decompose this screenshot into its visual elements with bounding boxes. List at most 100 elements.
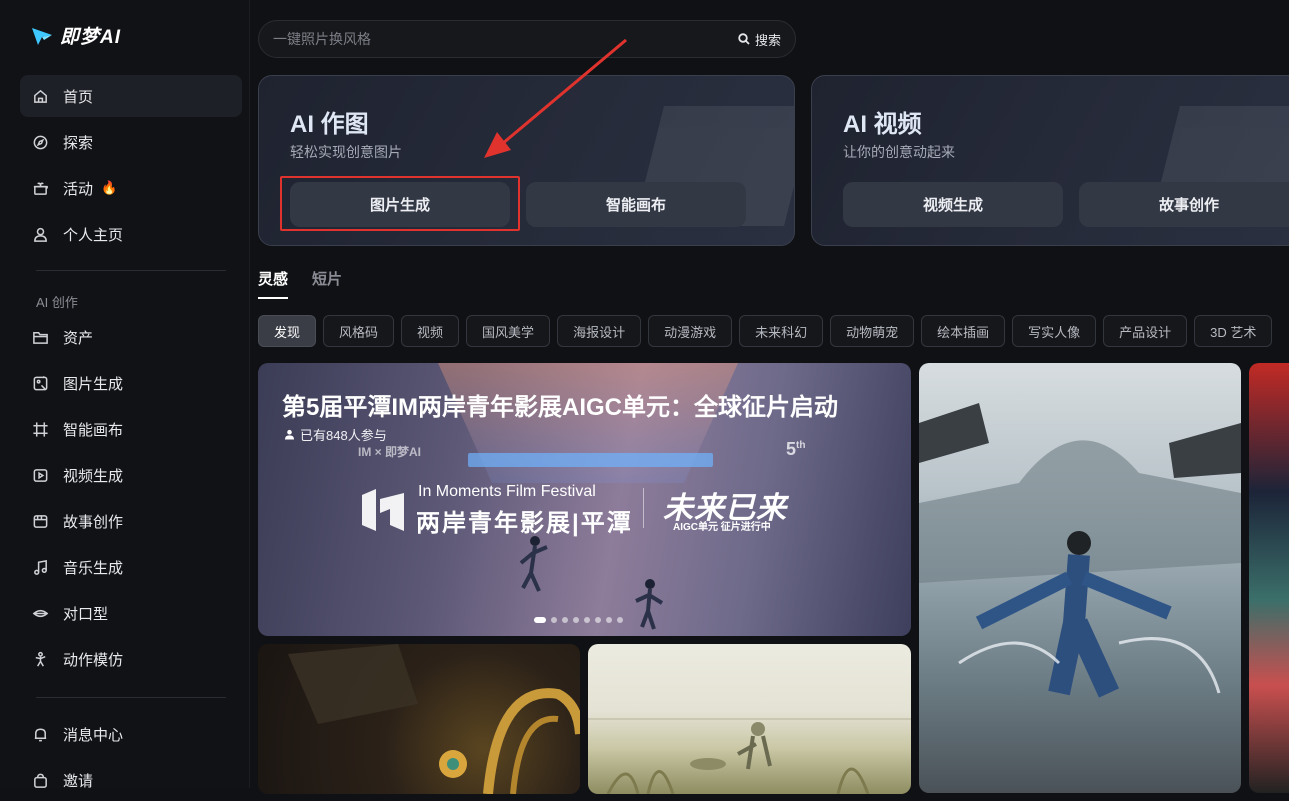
- search-icon: [738, 33, 750, 45]
- chip-portrait[interactable]: 写实人像: [1012, 315, 1097, 347]
- ai-image-card: AI 作图 轻松实现创意图片 图片生成 智能画布: [258, 75, 795, 246]
- banner-participants: 已有848人参与: [284, 425, 387, 444]
- card-title: AI 作图: [290, 111, 369, 138]
- sidebar-item-lip-sync[interactable]: 对口型: [20, 592, 242, 634]
- banner-aigc-line: AIGC单元 征片进行中: [673, 522, 771, 533]
- image-generate-button[interactable]: 图片生成: [290, 182, 510, 227]
- gallery-tile[interactable]: [919, 363, 1241, 793]
- carousel-dot[interactable]: [562, 617, 568, 623]
- home-icon: [34, 89, 47, 103]
- sidebar-item-home[interactable]: 首页: [20, 75, 242, 117]
- promo-banner[interactable]: 第5届平潭IM两岸青年影展AIGC单元：全球征片启动 已有848人参与 IM ×…: [258, 363, 911, 636]
- search-button[interactable]: 搜索: [738, 30, 781, 49]
- search-input[interactable]: [273, 31, 738, 47]
- sidebar-item-explore[interactable]: 探索: [20, 121, 242, 163]
- sidebar-item-video-gen[interactable]: 视频生成: [20, 454, 242, 496]
- bell-icon: [34, 728, 47, 741]
- banner-light-bar: [468, 453, 713, 467]
- floating-figure-2: [635, 579, 664, 630]
- festival-logo-icon: [362, 489, 404, 531]
- sidebar: 即梦AI 首页 探索 活动 🔥 个人主页 AI 创作 资产 图片生成 智能画布 …: [0, 0, 250, 790]
- chip-discover[interactable]: 发现: [258, 315, 317, 347]
- chip-3d-art[interactable]: 3D 艺术: [1194, 315, 1273, 347]
- sidebar-item-label: 视频生成: [63, 467, 124, 485]
- chip-pets[interactable]: 动物萌宠: [830, 315, 915, 347]
- chip-poster-design[interactable]: 海报设计: [557, 315, 642, 347]
- video-generate-button[interactable]: 视频生成: [843, 182, 1063, 227]
- video-gen-icon: [33, 468, 48, 482]
- ai-video-card: AI 视频 让你的创意动起来 视频生成 故事创作: [811, 75, 1289, 246]
- gallery-tile[interactable]: [588, 644, 911, 794]
- chip-sci-fi[interactable]: 未来科幻: [739, 315, 824, 347]
- smart-canvas-button[interactable]: 智能画布: [526, 182, 746, 227]
- sidebar-item-activity[interactable]: 活动 🔥: [20, 167, 242, 209]
- sidebar-item-messages[interactable]: 消息中心: [20, 713, 242, 755]
- logo-text: 即梦AI: [60, 27, 122, 48]
- sidebar-item-label: 首页: [63, 88, 94, 106]
- sidebar-item-profile[interactable]: 个人主页: [20, 213, 242, 255]
- sidebar-item-label: 智能画布: [63, 421, 124, 439]
- invite-icon: [34, 773, 47, 788]
- sidebar-item-label: 活动: [63, 180, 94, 198]
- banner-title: 第5届平潭IM两岸青年影展AIGC单元：全球征片启动: [282, 394, 839, 421]
- sidebar-item-label: 故事创作: [63, 513, 124, 531]
- card-subtitle: 让你的创意动起来: [843, 144, 955, 160]
- sidebar-item-motion[interactable]: 动作模仿: [20, 638, 242, 680]
- sidebar-item-label: 个人主页: [63, 226, 124, 244]
- carousel-dot[interactable]: [584, 617, 590, 623]
- banner-edition: 5th: [786, 439, 805, 460]
- carousel-dot[interactable]: [595, 617, 601, 623]
- carousel-dot[interactable]: [551, 617, 557, 623]
- tab-shorts[interactable]: 短片: [312, 268, 342, 299]
- sidebar-item-assets[interactable]: 资产: [20, 316, 242, 358]
- festival-name-en: In Moments Film Festival: [418, 483, 596, 500]
- sidebar-item-invite[interactable]: 邀请: [20, 759, 242, 801]
- carousel-dot[interactable]: [573, 617, 579, 623]
- chip-video[interactable]: 视频: [401, 315, 460, 347]
- sidebar-divider: [36, 697, 226, 698]
- sidebar-item-label: 资产: [63, 329, 94, 347]
- sidebar-item-story[interactable]: 故事创作: [20, 500, 242, 542]
- search-bar: 搜索: [258, 20, 796, 58]
- category-chips: 发现 风格码 视频 国风美学 海报设计 动漫游戏 未来科幻 动物萌宠 绘本插画 …: [258, 315, 1273, 347]
- chip-anime-game[interactable]: 动漫游戏: [648, 315, 733, 347]
- sidebar-item-canvas[interactable]: 智能画布: [20, 408, 242, 450]
- sidebar-item-label: 消息中心: [63, 726, 124, 744]
- gallery-image: [288, 644, 580, 794]
- banner-separator: [643, 488, 644, 528]
- sidebar-item-image-gen[interactable]: 图片生成: [20, 362, 242, 404]
- carousel-dot[interactable]: [534, 617, 546, 623]
- gift-icon: [33, 181, 48, 195]
- participants-text: 已有848人参与: [300, 428, 387, 443]
- gallery-tile[interactable]: [1249, 363, 1289, 793]
- sidebar-item-music[interactable]: 音乐生成: [20, 546, 242, 588]
- folder-icon: [33, 331, 48, 344]
- chip-picture-book[interactable]: 绘本插画: [921, 315, 1006, 347]
- banner-cobrand-logo: IM × 即梦AI: [358, 445, 422, 459]
- logo-icon: [32, 27, 52, 45]
- image-gen-icon: [33, 375, 48, 390]
- card-title: AI 视频: [843, 111, 922, 138]
- motion-icon: [35, 651, 46, 666]
- carousel-dot[interactable]: [606, 617, 612, 623]
- compass-icon: [33, 135, 48, 149]
- chip-style-code[interactable]: 风格码: [323, 315, 395, 347]
- section-label-ai-create: AI 创作: [36, 295, 78, 310]
- fire-icon: 🔥: [101, 180, 118, 195]
- floating-figure-1: [519, 536, 548, 592]
- chip-product-design[interactable]: 产品设计: [1103, 315, 1188, 347]
- carousel-dot[interactable]: [617, 617, 623, 623]
- app-logo[interactable]: 即梦AI: [30, 22, 121, 49]
- gallery-image: [919, 403, 1241, 698]
- chip-chinese-style[interactable]: 国风美学: [466, 315, 551, 347]
- search-button-label: 搜索: [754, 32, 781, 48]
- story-create-button[interactable]: 故事创作: [1079, 182, 1289, 227]
- story-icon: [33, 514, 48, 528]
- sidebar-item-label: 邀请: [63, 772, 94, 790]
- user-icon: [34, 227, 47, 242]
- tab-inspiration[interactable]: 灵感: [258, 268, 289, 299]
- gallery-tile[interactable]: [258, 644, 580, 794]
- sidebar-item-label: 动作模仿: [63, 651, 124, 669]
- content-tabs: 灵感 短片: [258, 268, 342, 299]
- sidebar-item-label: 音乐生成: [63, 559, 124, 577]
